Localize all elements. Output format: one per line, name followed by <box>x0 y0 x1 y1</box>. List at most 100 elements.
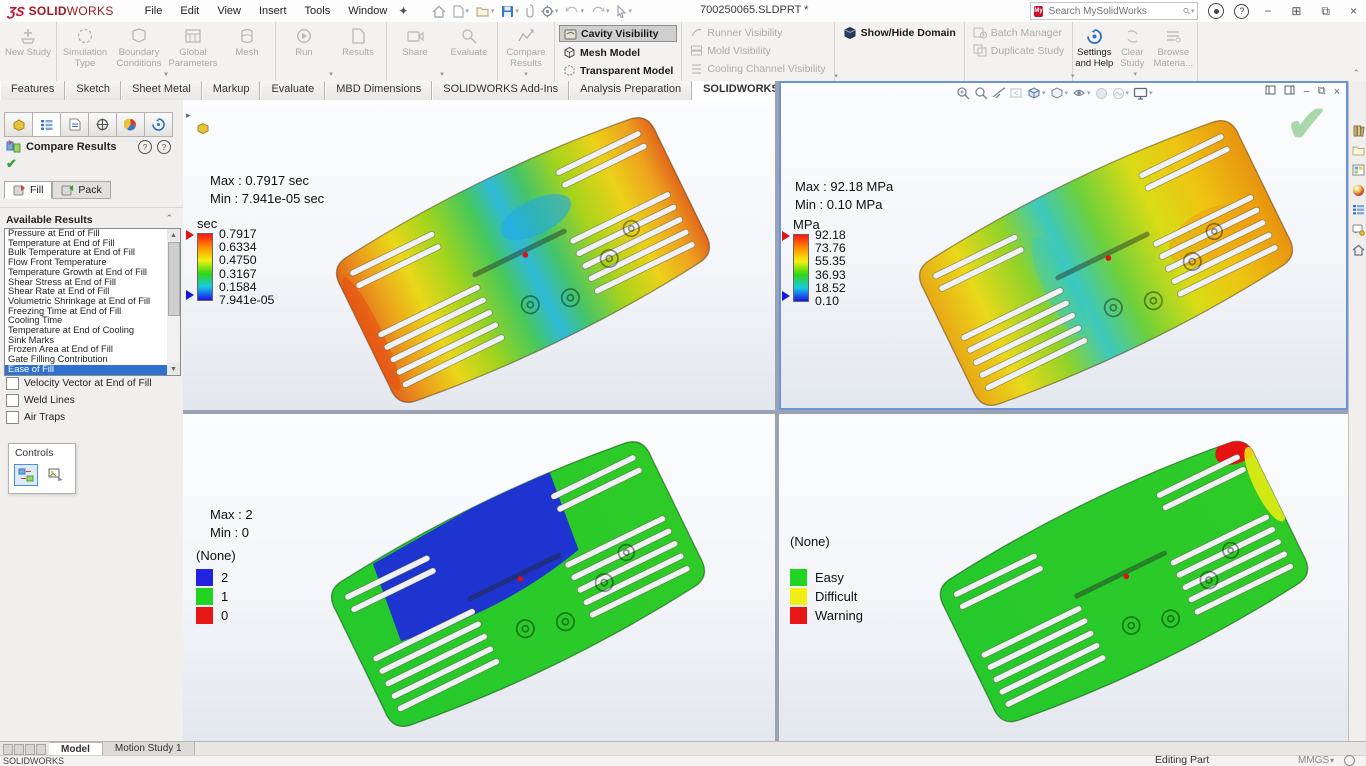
viewport-gate-contribution[interactable]: Max : 2 Min : 0 (None) 2 1 0 <box>183 414 775 741</box>
new-document-icon[interactable]: ▾ <box>451 4 471 19</box>
units-caret-icon[interactable]: ▾ <box>1330 756 1334 765</box>
attach-icon[interactable] <box>524 3 536 19</box>
results-button[interactable]: Results ▾ <box>331 24 385 79</box>
options-gear-icon[interactable]: ▾ <box>539 4 561 19</box>
sync-views-button[interactable] <box>14 464 38 486</box>
mesh-model-button[interactable]: Mesh Model <box>559 45 677 60</box>
available-results-header[interactable]: Available Results <box>6 214 93 226</box>
tab-model[interactable]: Model <box>49 742 103 756</box>
boundary-conditions-button[interactable]: Boundary Conditions ▾ <box>112 24 166 79</box>
plastics-manager-tab[interactable] <box>145 113 172 136</box>
evaluate-button[interactable]: Evaluate ▾ <box>442 24 496 79</box>
scroll-up-icon[interactable]: ▲ <box>167 229 180 241</box>
property-manager-tab[interactable] <box>33 113 61 136</box>
cooling-channel-visibility-button[interactable]: Cooling Channel Visibility ▾ <box>686 61 829 76</box>
menu-window[interactable]: Window <box>339 3 396 19</box>
menu-view[interactable]: View <box>208 3 250 19</box>
simulation-type-button[interactable]: Simulation Type ▾ <box>58 24 112 79</box>
checkbox-air-traps[interactable]: Air Traps <box>6 411 65 424</box>
checkbox-icon[interactable] <box>6 411 19 424</box>
close-window-icon[interactable]: × <box>1345 4 1362 18</box>
search-icon[interactable] <box>1183 5 1190 17</box>
scroll-down-icon[interactable]: ▼ <box>167 363 180 375</box>
new-study-button[interactable]: New Study <box>1 24 55 79</box>
save-icon[interactable]: ▾ <box>499 4 521 19</box>
user-account-icon[interactable] <box>1208 3 1224 19</box>
viewport-shear-stress[interactable]: ▾ ▾ ▾ ▾ ▾ − ⧉ × ✔ <box>779 81 1348 410</box>
mesh-button[interactable]: Mesh ▾ <box>220 24 274 79</box>
compare-results-button[interactable]: Compare Results ▾ <box>499 24 553 79</box>
ribbon-collapse-icon[interactable]: ⌃ <box>1352 68 1360 79</box>
duplicate-study-button[interactable]: Duplicate Study ▾ <box>969 43 1069 58</box>
help-icon[interactable]: ? <box>1234 4 1249 19</box>
pane-split-controls[interactable] <box>0 742 49 756</box>
search-scope-caret-icon[interactable]: ▾ <box>1191 7 1195 15</box>
checkbox-icon[interactable] <box>6 394 19 407</box>
settings-and-help-button[interactable]: Settings and Help <box>1074 24 1114 79</box>
save-image-button[interactable] <box>44 464 68 486</box>
global-parameters-button[interactable]: Global Parameters ▾ <box>166 24 220 79</box>
open-document-icon[interactable]: ▾ <box>474 4 497 18</box>
section-collapse-icon[interactable]: ⌃ <box>165 213 173 224</box>
minimize-window-icon[interactable]: − <box>1259 4 1276 18</box>
discrete-legend: 2 1 0 <box>196 569 228 626</box>
pin-menu-icon[interactable]: ✦ <box>398 4 408 18</box>
viewport-ease-of-fill[interactable]: (None) Easy Difficult Warning <box>779 414 1348 741</box>
feature-manager-tab[interactable] <box>5 113 33 136</box>
appearances-icon[interactable] <box>1349 180 1366 200</box>
resources-home-icon[interactable] <box>1349 240 1366 260</box>
panel-tab-strip <box>4 112 173 137</box>
custom-properties-icon[interactable] <box>1349 200 1366 220</box>
units-selector[interactable]: MMGS <box>1298 755 1329 766</box>
scroll-thumb[interactable] <box>168 242 180 316</box>
panel-help-icon[interactable]: ? <box>157 140 171 154</box>
mold-visibility-button[interactable]: Mold Visibility <box>686 43 829 58</box>
home-icon[interactable] <box>430 4 448 19</box>
share-button[interactable]: Share ▾ <box>388 24 442 79</box>
close-doc-icon[interactable]: × <box>1334 86 1340 98</box>
flyout-expand-icon[interactable]: ▸ <box>186 110 191 121</box>
cavity-visibility-button[interactable]: Cavity Visibility <box>559 25 677 42</box>
search-input[interactable] <box>1047 5 1183 18</box>
run-button[interactable]: Run ▾ <box>277 24 331 79</box>
min-marker-icon <box>782 291 790 301</box>
quick-tips-icon[interactable]: ? <box>138 140 152 154</box>
undo-icon[interactable]: ▾ <box>563 4 586 18</box>
restore-window-icon[interactable]: ⧉ <box>1316 4 1335 19</box>
forum-icon[interactable] <box>1349 220 1366 240</box>
flyout-part-icon[interactable] <box>196 122 210 137</box>
file-explorer-icon[interactable] <box>1349 140 1366 160</box>
configuration-manager-tab[interactable] <box>61 113 89 136</box>
runner-visibility-button[interactable]: Runner Visibility <box>686 25 829 40</box>
checkbox-velocity-vector[interactable]: Velocity Vector at End of Fill <box>6 377 152 390</box>
tab-motion-study[interactable]: Motion Study 1 <box>103 742 195 756</box>
tab-pack[interactable]: Pack <box>52 181 110 199</box>
list-item-selected[interactable]: Ease of Fill <box>5 365 168 375</box>
viewport-fill-time[interactable]: ▸ Max : 0.7 <box>183 100 775 410</box>
menu-edit[interactable]: Edit <box>171 3 208 19</box>
available-results-list[interactable]: Pressure at End of Fill Temperature at E… <box>4 228 169 376</box>
maximize-window-icon[interactable]: ⊞ <box>1286 4 1306 18</box>
clear-study-button[interactable]: Clear Study <box>1114 24 1150 79</box>
view-palette-icon[interactable] <box>1349 160 1366 180</box>
design-library-icon[interactable] <box>1349 120 1366 140</box>
tab-fill[interactable]: Fill <box>4 181 52 199</box>
menu-insert[interactable]: Insert <box>250 3 296 19</box>
ok-check-button[interactable]: ✔ <box>6 156 17 172</box>
dimxpert-manager-tab[interactable] <box>89 113 117 136</box>
menu-file[interactable]: File <box>136 3 172 19</box>
show-hide-domain-button[interactable]: Show/Hide Domain <box>839 25 960 40</box>
checkbox-weld-lines[interactable]: Weld Lines <box>6 394 75 407</box>
display-manager-tab[interactable] <box>117 113 145 136</box>
status-tag-icon[interactable] <box>1344 755 1355 766</box>
redo-icon[interactable]: ▾ <box>589 4 612 18</box>
browse-material-button[interactable]: Browse Materia... ▾ <box>1150 24 1196 79</box>
checkbox-icon[interactable] <box>6 377 19 390</box>
batch-manager-button[interactable]: Batch Manager <box>969 25 1069 40</box>
menu-tools[interactable]: Tools <box>296 3 340 19</box>
list-scrollbar[interactable]: ▲ ▼ <box>167 228 181 376</box>
select-cursor-icon[interactable]: ▾ <box>614 4 634 19</box>
search-box[interactable]: My ▾ <box>1030 2 1198 20</box>
dock-pane-icon[interactable] <box>1265 85 1276 98</box>
transparent-model-button[interactable]: Transparent Model <box>559 63 677 78</box>
